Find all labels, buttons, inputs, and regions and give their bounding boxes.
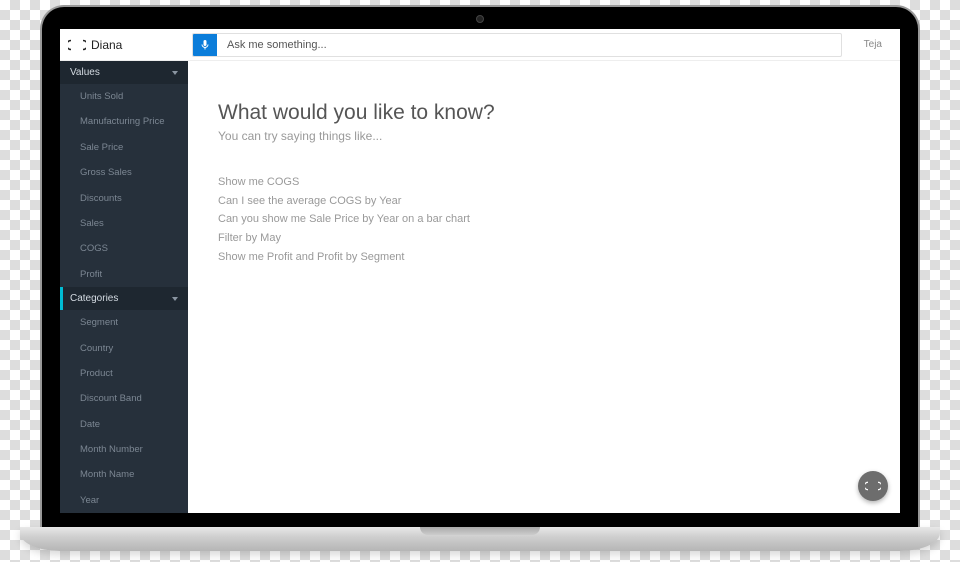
sidebar-item-sale-price[interactable]: Sale Price — [60, 135, 188, 160]
chevron-down-icon — [172, 297, 178, 301]
search-input[interactable] — [217, 39, 841, 51]
floating-action-button[interactable] — [858, 471, 888, 501]
sidebar-section-categories[interactable]: Categories — [60, 287, 188, 310]
sidebar-item-discounts[interactable]: Discounts — [60, 186, 188, 211]
sidebar-item-date[interactable]: Date — [60, 412, 188, 437]
main-subheading: You can try saying things like... — [218, 129, 870, 143]
sidebar-item-manufacturing-price[interactable]: Manufacturing Price — [60, 109, 188, 134]
sidebar-item-month-name[interactable]: Month Name — [60, 462, 188, 487]
main-content: What would you like to know? You can try… — [188, 61, 900, 513]
sidebar-item-discount-band[interactable]: Discount Band — [60, 386, 188, 411]
mic-icon — [199, 39, 211, 51]
mic-button[interactable] — [193, 33, 217, 57]
search-bar — [192, 33, 842, 57]
sidebar-item-gross-sales[interactable]: Gross Sales — [60, 160, 188, 185]
sidebar-item-cogs[interactable]: COGS — [60, 236, 188, 261]
suggestion-item[interactable]: Filter by May — [218, 229, 870, 248]
sidebar-item-year[interactable]: Year — [60, 488, 188, 513]
sidebar-section-values[interactable]: Values — [60, 61, 188, 84]
sidebar-item-country[interactable]: Country — [60, 336, 188, 361]
link-icon — [865, 481, 881, 491]
laptop-base — [20, 527, 940, 551]
sidebar: Values Units Sold Manufacturing Price Sa… — [60, 61, 188, 513]
suggestion-list: Show me COGS Can I see the average COGS … — [218, 173, 870, 266]
sidebar-item-product[interactable]: Product — [60, 361, 188, 386]
app-window: Diana Teja — [60, 29, 900, 513]
sidebar-section-label: Values — [70, 67, 100, 78]
sidebar-item-profit[interactable]: Profit — [60, 262, 188, 287]
suggestion-item[interactable]: Can I see the average COGS by Year — [218, 192, 870, 211]
sidebar-item-sales[interactable]: Sales — [60, 211, 188, 236]
brand[interactable]: Diana — [68, 38, 184, 52]
sidebar-item-month-number[interactable]: Month Number — [60, 437, 188, 462]
app-body: Values Units Sold Manufacturing Price Sa… — [60, 61, 900, 513]
brand-name: Diana — [91, 38, 122, 52]
app-header: Diana Teja — [60, 29, 900, 61]
webcam — [476, 15, 484, 23]
user-label[interactable]: Teja — [850, 39, 892, 50]
screen-bezel: Diana Teja — [40, 5, 920, 527]
suggestion-item[interactable]: Show me Profit and Profit by Segment — [218, 248, 870, 267]
main-heading: What would you like to know? — [218, 101, 870, 125]
sidebar-item-units-sold[interactable]: Units Sold — [60, 84, 188, 109]
sidebar-item-segment[interactable]: Segment — [60, 310, 188, 335]
chevron-down-icon — [172, 71, 178, 75]
sidebar-section-label: Categories — [70, 293, 118, 304]
laptop-mockup: Diana Teja — [40, 5, 920, 551]
suggestion-item[interactable]: Show me COGS — [218, 173, 870, 192]
suggestion-item[interactable]: Can you show me Sale Price by Year on a … — [218, 210, 870, 229]
brand-logo-icon — [68, 39, 86, 51]
